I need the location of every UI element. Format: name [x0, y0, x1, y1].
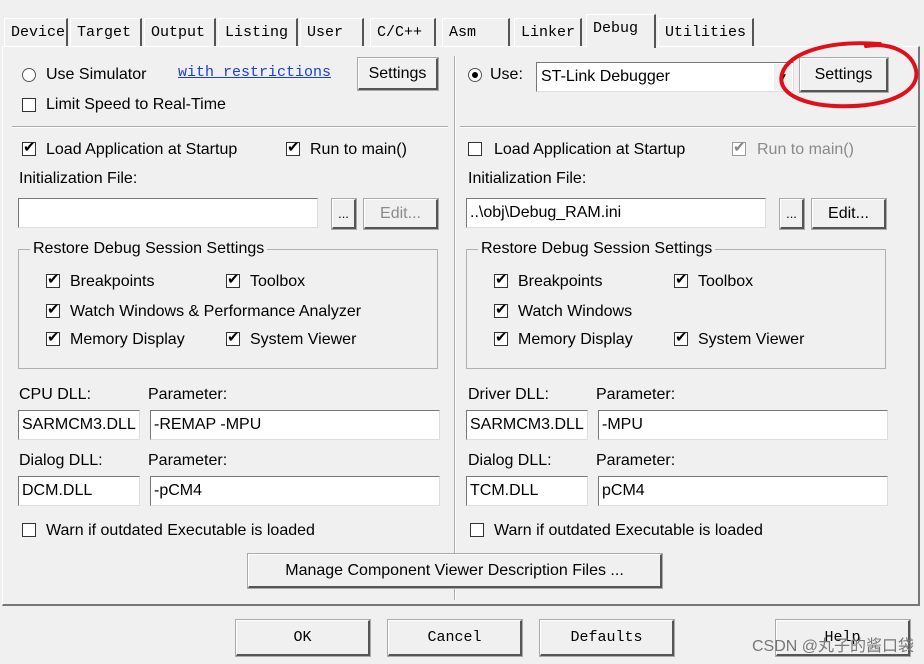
- right-system-viewer-label: System Viewer: [698, 331, 805, 348]
- init-file-input[interactable]: [18, 198, 318, 228]
- right-restore-session-title: Restore Debug Session Settings: [478, 240, 716, 258]
- right-load-app-checkbox[interactable]: [468, 142, 482, 156]
- watermark: CSDN @丸子的酱口袋: [751, 638, 914, 655]
- right-separator: [460, 126, 916, 128]
- breakpoints-checkbox[interactable]: [46, 270, 60, 288]
- memory-display-checkbox[interactable]: [46, 328, 60, 346]
- cancel-button[interactable]: Cancel: [387, 619, 523, 657]
- driver-parameter-label: Parameter:: [596, 386, 676, 403]
- use-debugger-label: Use:: [490, 66, 523, 83]
- right-init-file-input[interactable]: ..\obj\Debug_RAM.ini: [466, 198, 766, 228]
- run-main-checkbox[interactable]: [286, 138, 300, 156]
- right-watch-windows-checkbox[interactable]: [494, 300, 508, 318]
- right-watch-windows-label: Watch Windows: [518, 303, 633, 320]
- left-separator: [12, 126, 448, 128]
- tab-asm[interactable]: Asm: [442, 18, 510, 46]
- breakpoints-label: Breakpoints: [70, 273, 155, 290]
- right-breakpoints-label: Breakpoints: [518, 273, 603, 290]
- defaults-button[interactable]: Defaults: [539, 619, 675, 657]
- driver-dll-input[interactable]: SARMCM3.DLL: [466, 410, 588, 440]
- init-file-browse-button[interactable]: ...: [331, 198, 357, 230]
- simulator-settings-button[interactable]: Settings: [357, 57, 439, 91]
- use-simulator-label: Use Simulator: [46, 66, 147, 83]
- watch-windows-label: Watch Windows & Performance Analyzer: [70, 303, 362, 320]
- warn-outdated-label: Warn if outdated Executable is loaded: [46, 522, 315, 539]
- right-init-file-browse-button[interactable]: ...: [779, 198, 805, 230]
- right-dialog-parameter-input[interactable]: pCM4: [598, 476, 888, 506]
- right-memory-display-label: Memory Display: [518, 331, 633, 348]
- column-divider: [454, 56, 456, 600]
- use-simulator-radio[interactable]: [22, 68, 36, 82]
- dialog-dll-label: Dialog DLL:: [19, 452, 103, 469]
- cpu-dll-label: CPU DLL:: [19, 386, 92, 403]
- driver-parameter-input[interactable]: -MPU: [598, 410, 888, 440]
- manage-component-viewer-button[interactable]: Manage Component Viewer Description File…: [247, 553, 663, 589]
- right-init-file-edit-button[interactable]: Edit...: [811, 198, 887, 230]
- system-viewer-checkbox[interactable]: [226, 328, 240, 346]
- right-dialog-dll-label: Dialog DLL:: [468, 452, 552, 469]
- cpu-parameter-input[interactable]: -REMAP -MPU: [150, 410, 440, 440]
- red-circle-annotation: [779, 41, 919, 109]
- load-app-checkbox[interactable]: [22, 138, 36, 156]
- tab-cpp[interactable]: C/C++: [370, 18, 436, 46]
- memory-display-label: Memory Display: [70, 331, 185, 348]
- right-memory-display-checkbox[interactable]: [494, 328, 508, 346]
- driver-dll-label: Driver DLL:: [468, 386, 549, 403]
- use-debugger-radio[interactable]: [468, 68, 482, 82]
- restrictions-link[interactable]: with restrictions: [178, 64, 331, 81]
- tab-utilities[interactable]: Utilities: [658, 18, 754, 46]
- load-app-label: Load Application at Startup: [46, 141, 238, 158]
- debugger-select-value: ST-Link Debugger: [541, 68, 670, 85]
- right-warn-outdated-checkbox[interactable]: [470, 523, 484, 537]
- right-dialog-parameter-label: Parameter:: [596, 452, 676, 469]
- cpu-parameter-label: Parameter:: [148, 386, 228, 403]
- toolbox-checkbox[interactable]: [226, 270, 240, 288]
- cpu-dll-input[interactable]: SARMCM3.DLL: [18, 410, 140, 440]
- right-run-main-label: Run to main(): [757, 141, 854, 158]
- dialog-dll-input[interactable]: DCM.DLL: [18, 476, 140, 506]
- tab-device[interactable]: Device: [4, 18, 68, 46]
- system-viewer-label: System Viewer: [250, 331, 357, 348]
- limit-speed-checkbox[interactable]: [22, 98, 36, 112]
- toolbox-label: Toolbox: [250, 273, 306, 290]
- dialog-parameter-label: Parameter:: [148, 452, 228, 469]
- init-file-label: Initialization File:: [19, 170, 138, 187]
- right-load-app-label: Load Application at Startup: [494, 141, 686, 158]
- right-init-file-label: Initialization File:: [468, 170, 587, 187]
- limit-speed-label: Limit Speed to Real-Time: [46, 96, 226, 113]
- debugger-select[interactable]: ST-Link Debugger ▼: [536, 62, 794, 92]
- right-system-viewer-checkbox[interactable]: [674, 328, 688, 346]
- ok-button[interactable]: OK: [235, 619, 371, 657]
- right-toolbox-checkbox[interactable]: [674, 270, 688, 288]
- init-file-edit-button[interactable]: Edit...: [363, 198, 439, 230]
- tab-linker[interactable]: Linker: [514, 18, 582, 46]
- tab-listing[interactable]: Listing: [218, 18, 298, 46]
- right-warn-outdated-label: Warn if outdated Executable is loaded: [494, 522, 763, 539]
- tab-output[interactable]: Output: [144, 18, 216, 46]
- warn-outdated-checkbox[interactable]: [22, 523, 36, 537]
- right-breakpoints-checkbox[interactable]: [494, 270, 508, 288]
- right-toolbox-label: Toolbox: [698, 273, 754, 290]
- watch-windows-checkbox[interactable]: [46, 300, 60, 318]
- restore-session-title: Restore Debug Session Settings: [30, 240, 268, 258]
- tab-debug[interactable]: Debug: [586, 14, 656, 48]
- tab-target[interactable]: Target: [70, 18, 142, 46]
- run-main-label: Run to main(): [310, 141, 407, 158]
- right-run-main-checkbox[interactable]: [732, 138, 746, 156]
- dialog-parameter-input[interactable]: -pCM4: [150, 476, 440, 506]
- tab-user[interactable]: User: [300, 18, 364, 46]
- right-dialog-dll-input[interactable]: TCM.DLL: [466, 476, 588, 506]
